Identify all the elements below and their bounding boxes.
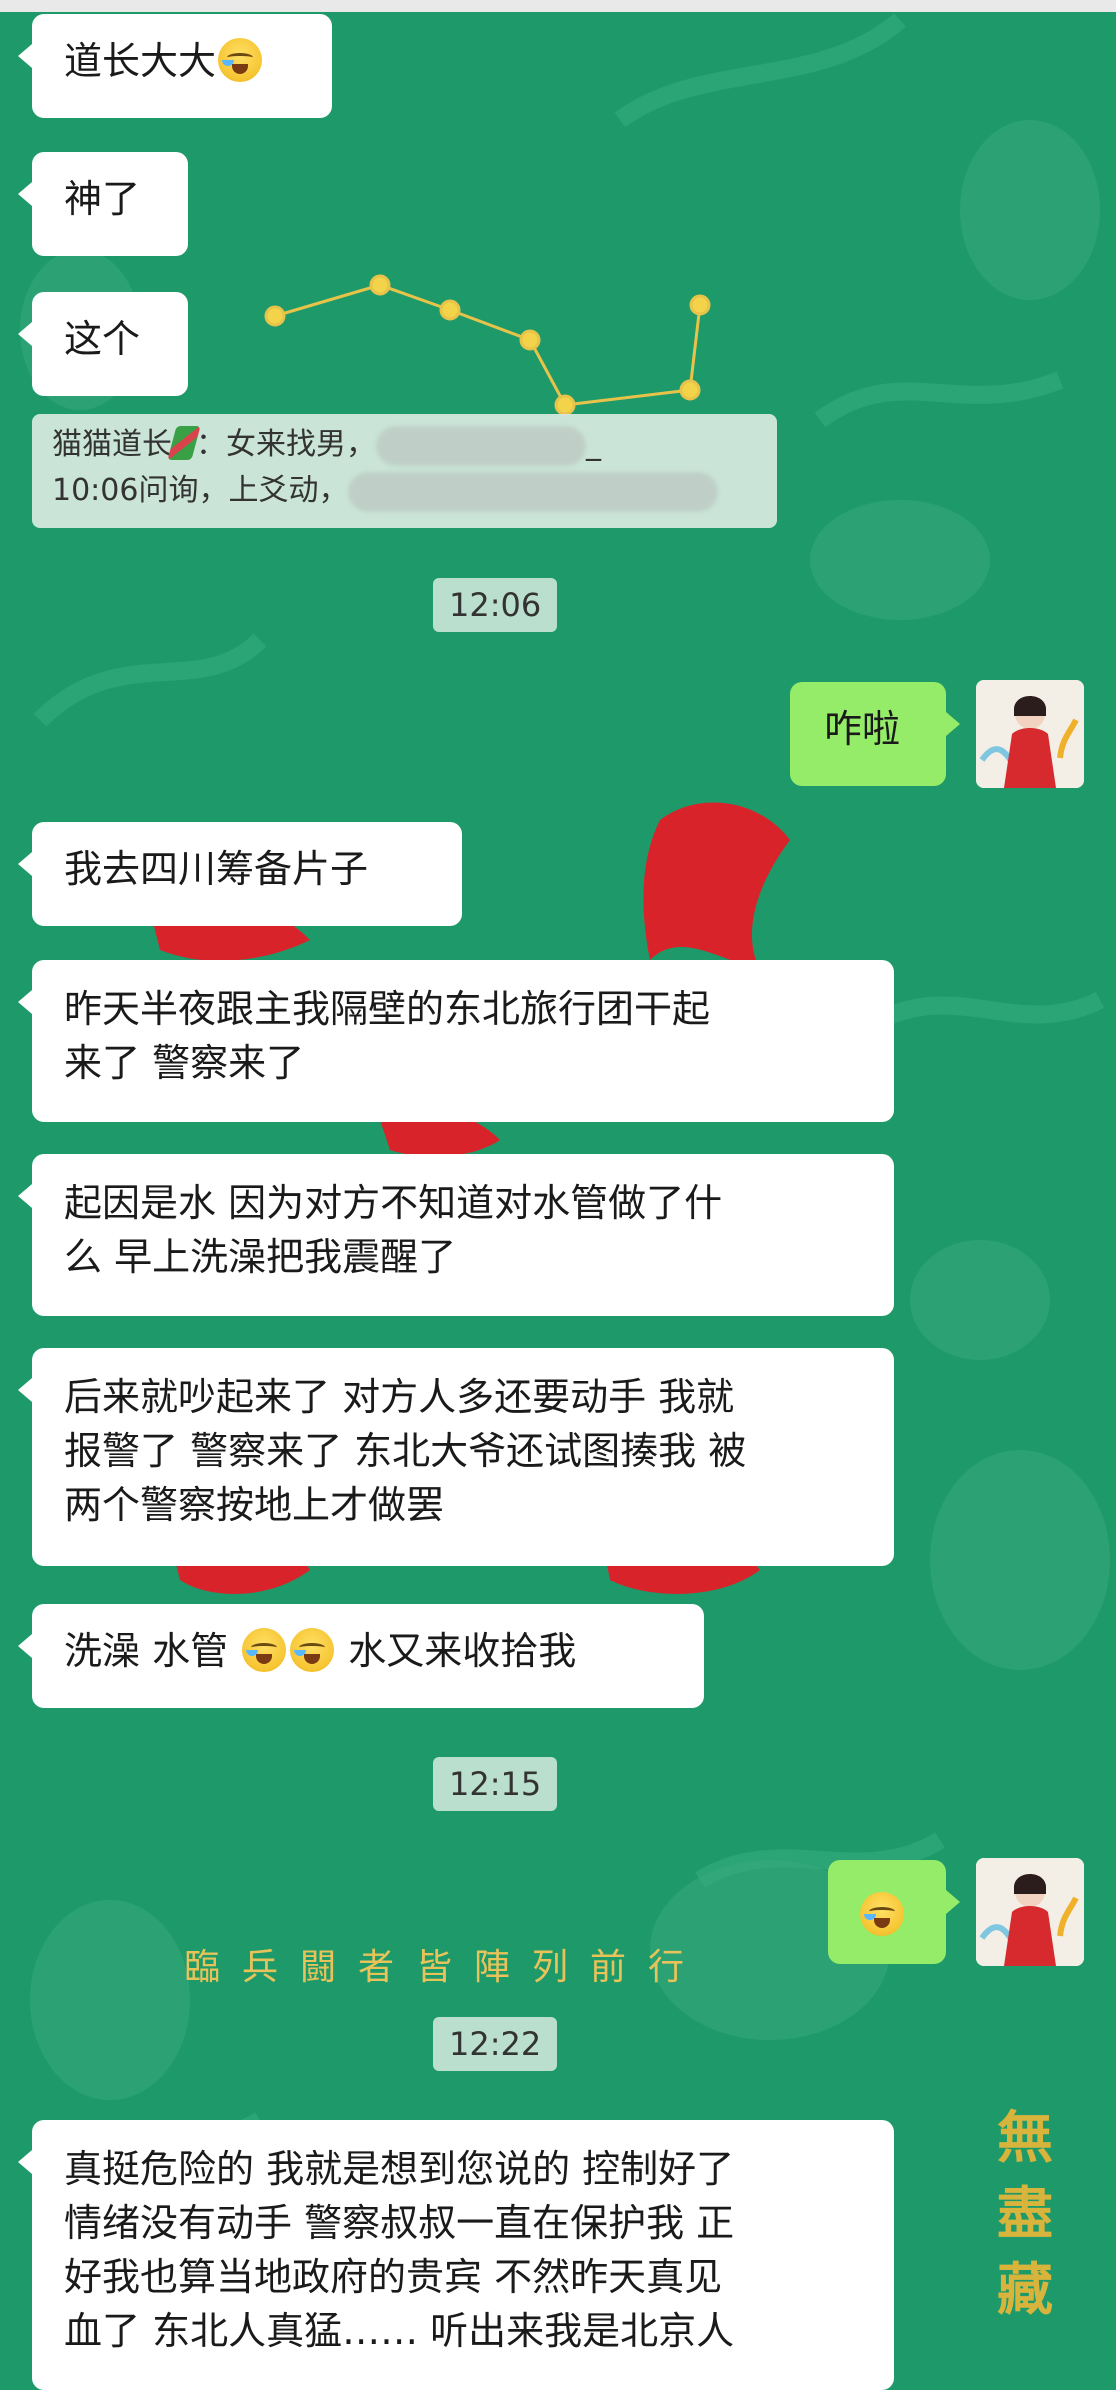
message-bubble-outgoing[interactable]: 咋啦 — [790, 682, 960, 786]
quoted-sender: 猫猫道长 — [52, 427, 172, 462]
message-text-line: 后来就吵起来了 对方人多还要动手 我就 — [64, 1375, 735, 1419]
message-text-line: 起因是水 因为对方不知道对水管做了什 — [64, 1181, 723, 1225]
message-bubble-incoming[interactable]: 昨天半夜跟主我隔壁的东北旅行团干起 来了 警察来了 — [18, 960, 894, 1122]
quoted-text: ：女来找男， — [196, 427, 376, 462]
message-bubble-outgoing[interactable] — [828, 1860, 960, 1964]
message-text-line: 真挺危险的 我就是想到您说的 控制好了 — [64, 2147, 735, 2191]
quoted-text: 10:06问询，上爻动， — [52, 473, 349, 508]
loudly-crying-face-emoji-icon — [290, 1628, 335, 1672]
message-text-line: 好我也算当地政府的贵宾 不然昨天真见 — [64, 2255, 723, 2299]
background-seal-text: 無盡藏 — [997, 2105, 1053, 2323]
timestamp: 12:06 — [433, 578, 558, 632]
message-bubble-incoming[interactable]: 真挺危险的 我就是想到您说的 控制好了 情绪没有动手 警察叔叔一直在保护我 正 … — [18, 2120, 894, 2390]
message-bubble-incoming[interactable]: 后来就吵起来了 对方人多还要动手 我就 报警了 警察来了 东北大爷还试图揍我 被… — [18, 1348, 894, 1566]
message-text-line: 两个警察按地上才做罢 — [64, 1483, 445, 1527]
quoted-message-line-1: 猫猫道长 ：女来找男， _ — [52, 422, 757, 468]
message-text: 洗澡 水管 — [64, 1629, 229, 1673]
message-text: 水又来收拾我 — [348, 1629, 577, 1673]
message-text-line: 情绪没有动手 警察叔叔一直在保护我 正 — [64, 2201, 735, 2245]
message-text-line: 来了 警察来了 — [64, 1041, 305, 1085]
message-bubble-incoming[interactable]: 神了 — [18, 152, 188, 256]
timestamp: 12:22 — [433, 2017, 558, 2071]
loudly-crying-face-emoji-icon — [860, 1892, 904, 1936]
quoted-message[interactable]: 猫猫道长 ：女来找男， _ 10:06问询，上爻动， — [32, 414, 777, 528]
user-avatar[interactable] — [976, 680, 1084, 788]
top-status-strip — [0, 0, 1116, 12]
message-bubble-incoming[interactable]: 我去四川筹备片子 — [18, 822, 462, 926]
message-text: 道长大大 — [64, 39, 217, 83]
loudly-crying-face-emoji-icon — [218, 38, 263, 82]
redacted-text — [376, 425, 586, 466]
message-text-line: 报警了 警察来了 东北大爷还试图揍我 被 — [64, 1429, 747, 1473]
avatar-figure-icon — [976, 1858, 1084, 1966]
background-banner-text: 臨兵闘者皆陣列前行 — [184, 1947, 707, 1988]
message-bubble-incoming[interactable]: 起因是水 因为对方不知道对水管做了什 么 早上洗澡把我震醒了 — [18, 1154, 894, 1316]
message-bubble-incoming[interactable]: 道长大大 — [18, 14, 332, 118]
message-text: 这个 — [64, 317, 141, 361]
redacted-text — [348, 471, 719, 512]
message-text-line: 血了 东北人真猛…… 听出来我是北京人 — [64, 2309, 735, 2353]
loudly-crying-face-emoji-icon — [242, 1628, 287, 1672]
message-text-line: 么 早上洗澡把我震醒了 — [64, 1235, 457, 1279]
message-bubble-incoming[interactable]: 洗澡 水管 水又来收拾我 — [18, 1604, 704, 1708]
avatar-figure-icon — [976, 680, 1084, 788]
message-text-line: 昨天半夜跟主我隔壁的东北旅行团干起 — [64, 987, 711, 1031]
timestamp: 12:15 — [433, 1757, 558, 1811]
message-text: 神了 — [64, 177, 141, 221]
message-text: 我去四川筹备片子 — [64, 847, 369, 891]
message-bubble-incoming[interactable]: 这个 — [18, 292, 188, 396]
quoted-message-line-2: 10:06问询，上爻动， — [52, 468, 757, 514]
user-avatar[interactable] — [976, 1858, 1084, 1966]
quoted-text-end: _ — [586, 427, 601, 462]
message-text: 咋啦 — [824, 707, 901, 751]
